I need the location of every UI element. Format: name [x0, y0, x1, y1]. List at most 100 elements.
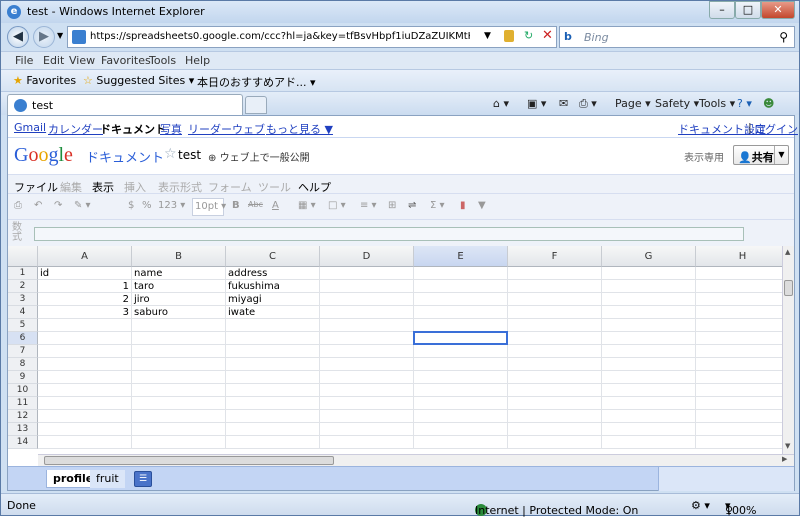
cell-a14[interactable] [38, 436, 132, 449]
cell-a2[interactable]: 1 [38, 280, 132, 293]
cell-g8[interactable] [602, 358, 696, 371]
chevron-down-icon[interactable]: ▼ [774, 146, 788, 164]
cell-c13[interactable] [226, 423, 320, 436]
cell-c12[interactable] [226, 410, 320, 423]
cell-c14[interactable] [226, 436, 320, 449]
row-header-6[interactable]: 6 [8, 332, 38, 345]
gbar-more[interactable]: もっと見る ▼ [266, 121, 333, 137]
cell-g7[interactable] [602, 345, 696, 358]
zoom-level[interactable]: ⚲ 100% ▾ [725, 499, 756, 517]
cell-e7[interactable] [414, 345, 508, 358]
cell-d10[interactable] [320, 384, 414, 397]
cell-a4[interactable]: 3 [38, 306, 132, 319]
cell-e10[interactable] [414, 384, 508, 397]
cell-b1[interactable]: name [132, 267, 226, 280]
gbar-gmail[interactable]: Gmail [14, 121, 46, 134]
cell-d13[interactable] [320, 423, 414, 436]
cell-d14[interactable] [320, 436, 414, 449]
doc-menu-file[interactable]: ファイル [14, 179, 58, 195]
cell-c11[interactable] [226, 397, 320, 410]
cell-d8[interactable] [320, 358, 414, 371]
address-dropdown-icon[interactable]: ▼ [484, 31, 491, 41]
gbar-web[interactable]: ウェブ [232, 121, 265, 137]
cell-a1[interactable]: id [38, 267, 132, 280]
cell-b3[interactable]: jiro [132, 293, 226, 306]
cell-c5[interactable] [226, 319, 320, 332]
safety-menu[interactable]: Safety ▾ [655, 97, 699, 110]
minimize-button[interactable]: – [709, 1, 735, 19]
sheet-list-button[interactable]: ☰ [134, 471, 152, 487]
cell-c2[interactable]: fukushima [226, 280, 320, 293]
row-header-9[interactable]: 9 [8, 371, 38, 384]
cell-d7[interactable] [320, 345, 414, 358]
cell-e13[interactable] [414, 423, 508, 436]
stop-icon[interactable]: ✕ [542, 28, 553, 43]
cell-e14[interactable] [414, 436, 508, 449]
cell-h8[interactable] [696, 358, 782, 371]
cell-g14[interactable] [602, 436, 696, 449]
cell-e2[interactable] [414, 280, 508, 293]
cell-h10[interactable] [696, 384, 782, 397]
cell-g6[interactable] [602, 332, 696, 345]
column-header-c[interactable]: C [226, 246, 320, 267]
print-icon[interactable]: ⎙ ▾ [579, 97, 597, 111]
cell-b11[interactable] [132, 397, 226, 410]
back-button[interactable]: ◀ [7, 26, 29, 48]
cell-h7[interactable] [696, 345, 782, 358]
cell-f3[interactable] [508, 293, 602, 306]
cell-b14[interactable] [132, 436, 226, 449]
cell-d2[interactable] [320, 280, 414, 293]
sheet-tab-fruit[interactable]: fruit [90, 470, 125, 488]
cell-a12[interactable] [38, 410, 132, 423]
scroll-right-icon[interactable]: ▶ [782, 455, 787, 463]
gbar-photos[interactable]: 写真 [160, 121, 182, 137]
cell-c8[interactable] [226, 358, 320, 371]
cell-g4[interactable] [602, 306, 696, 319]
cell-e12[interactable] [414, 410, 508, 423]
cell-g5[interactable] [602, 319, 696, 332]
column-header-d[interactable]: D [320, 246, 414, 267]
selected-cell-outline[interactable] [413, 331, 508, 345]
cell-b13[interactable] [132, 423, 226, 436]
cell-d11[interactable] [320, 397, 414, 410]
cell-d9[interactable] [320, 371, 414, 384]
cell-h13[interactable] [696, 423, 782, 436]
cell-h4[interactable] [696, 306, 782, 319]
cell-d5[interactable] [320, 319, 414, 332]
cell-f1[interactable] [508, 267, 602, 280]
cell-f4[interactable] [508, 306, 602, 319]
lock-icon[interactable] [504, 30, 514, 42]
cell-h6[interactable] [696, 332, 782, 345]
vertical-scrollbar[interactable]: ▲ ▼ [782, 246, 794, 454]
new-tab-button[interactable] [245, 96, 267, 114]
cell-c7[interactable] [226, 345, 320, 358]
gbar-calendar[interactable]: カレンダー [48, 121, 103, 137]
cell-g9[interactable] [602, 371, 696, 384]
favorites-button[interactable]: ★ Favorites [13, 74, 76, 87]
maximize-button[interactable]: □ [735, 1, 761, 19]
address-bar[interactable]: https://spreadsheets0.google.com/ccc?hl=… [67, 26, 557, 48]
suggested-sites-link[interactable]: ☆ Suggested Sites ▾ [83, 74, 194, 87]
column-header-a[interactable]: A [38, 246, 132, 267]
cell-d4[interactable] [320, 306, 414, 319]
search-box[interactable]: b Bing ⚲ [559, 26, 795, 48]
cell-f13[interactable] [508, 423, 602, 436]
cell-b10[interactable] [132, 384, 226, 397]
feeds-icon[interactable]: ▣ ▾ [527, 97, 546, 110]
forward-button[interactable]: ▶ [33, 26, 55, 48]
row-header-5[interactable]: 5 [8, 319, 38, 332]
mail-icon[interactable]: ✉ [559, 97, 568, 110]
grid-corner[interactable] [8, 246, 38, 267]
cell-a13[interactable] [38, 423, 132, 436]
cell-d1[interactable] [320, 267, 414, 280]
cell-e9[interactable] [414, 371, 508, 384]
cell-h12[interactable] [696, 410, 782, 423]
row-header-7[interactable]: 7 [8, 345, 38, 358]
cell-h14[interactable] [696, 436, 782, 449]
cell-h11[interactable] [696, 397, 782, 410]
cell-d12[interactable] [320, 410, 414, 423]
row-header-2[interactable]: 2 [8, 280, 38, 293]
address-url[interactable]: https://spreadsheets0.google.com/ccc?hl=… [90, 31, 470, 42]
cell-f7[interactable] [508, 345, 602, 358]
horizontal-scrollbar[interactable]: ▶ [38, 454, 794, 466]
